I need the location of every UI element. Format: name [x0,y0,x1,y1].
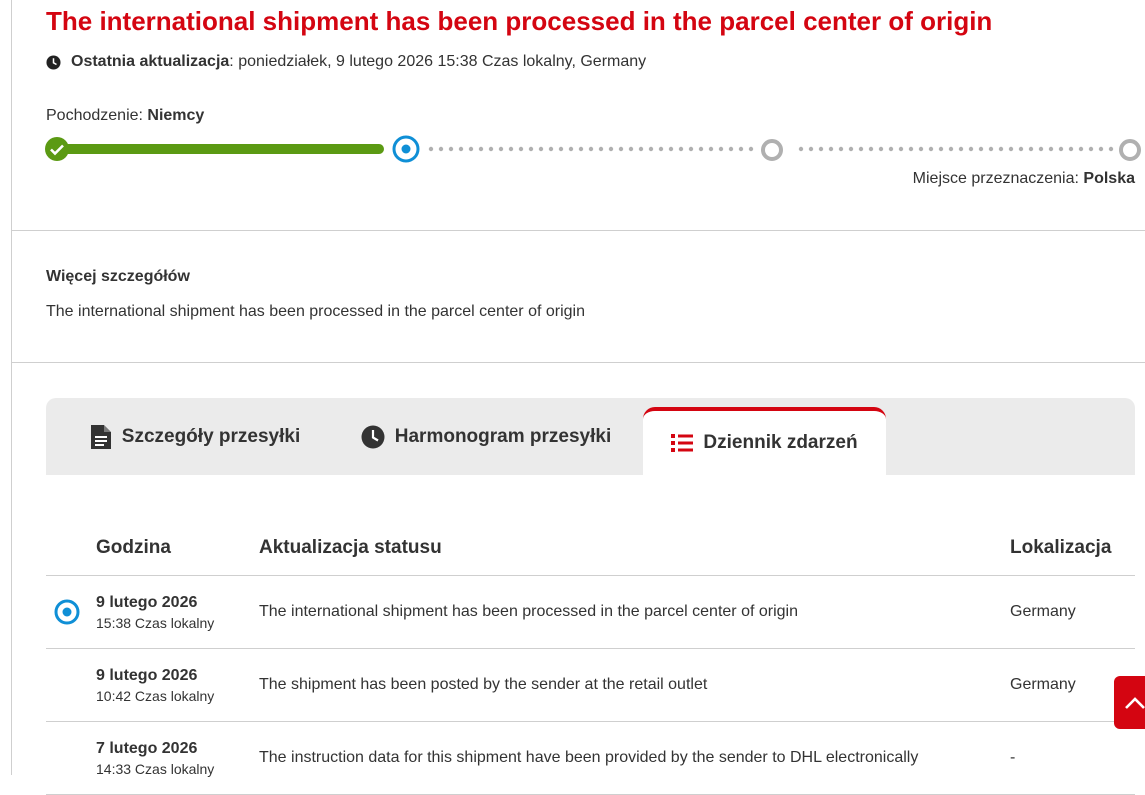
tab-label: Harmonogram przesyłki [394,425,612,447]
event-date: 9 lutego 2026 [96,593,198,611]
chevron-up-icon [1125,696,1145,709]
current-event-icon [54,599,80,625]
origin-label: Pochodzenie: [46,107,148,124]
event-icon-cell [46,721,96,795]
event-log-table: Godzina Aktualizacja statusu Lokalizacja… [46,520,1135,795]
event-location: Germany [1010,575,1135,649]
progress-fill [56,144,384,154]
origin-check-icon [45,137,69,161]
table-row: 9 lutego 2026 10:42 Czas lokalny The shi… [46,648,1135,722]
event-status: The international shipment has been proc… [259,575,1010,649]
page-title: The international shipment has been proc… [46,6,993,36]
event-status: The instruction data for this shipment h… [259,721,1010,795]
event-icon-cell [46,648,96,722]
column-header-status: Aktualizacja statusu [259,520,1010,576]
column-header-location: Lokalizacja [1010,520,1135,576]
last-update: Ostatnia aktualizacja : poniedziałek, 9 … [46,53,646,71]
shipment-progress [45,135,1141,163]
event-time-cell: 9 lutego 2026 15:38 Czas lokalny [96,575,259,649]
event-time: 15:38 Czas lokalny [96,614,215,631]
tab-bar: Szczegóły przesyłki Harmonogram przesyłk… [46,398,1135,475]
tab-shipment-schedule[interactable]: Harmonogram przesyłki [351,398,621,475]
details-text: The international shipment has been proc… [46,303,585,320]
origin-value: Niemcy [147,107,205,124]
transit-step-icon [761,139,783,161]
divider [12,362,1145,363]
destination-label: Miejsce przeznaczenia: [912,170,1084,187]
clock-icon [361,425,385,448]
tab-shipment-details[interactable]: Szczegóły przesyłki [80,398,310,475]
event-status: The shipment has been posted by the send… [259,648,1010,722]
left-border [11,0,12,775]
event-time: 14:33 Czas lokalny [96,760,215,777]
header-icon-cell [46,520,96,576]
table-row: 9 lutego 2026 15:38 Czas lokalny The int… [46,575,1135,649]
event-date: 9 lutego 2026 [96,666,198,684]
current-step-icon [392,135,420,163]
document-icon [90,424,111,449]
details-heading: Więcej szczegółów [46,268,190,285]
event-icon-cell [46,575,96,649]
list-icon [671,434,694,452]
tab-label: Dziennik zdarzeń [703,432,858,453]
event-date: 7 lutego 2026 [96,739,198,757]
table-header-row: Godzina Aktualizacja statusu Lokalizacja [46,520,1135,576]
destination-step-icon [1119,139,1141,161]
last-update-value: : poniedziałek, 9 lutego 2026 15:38 Czas… [229,53,647,70]
tab-event-log[interactable]: Dziennik zdarzeń [643,407,886,475]
origin: Pochodzenie: Niemcy [46,107,204,125]
last-update-label: Ostatnia aktualizacja [71,53,230,70]
event-time-cell: 7 lutego 2026 14:33 Czas lokalny [96,721,259,795]
clock-icon [46,54,61,70]
table-row: 7 lutego 2026 14:33 Czas lokalny The ins… [46,721,1135,795]
event-location: - [1010,721,1135,795]
column-header-time: Godzina [96,520,259,576]
divider [12,230,1145,231]
event-time-cell: 9 lutego 2026 10:42 Czas lokalny [96,648,259,722]
back-to-top-button[interactable] [1114,676,1145,729]
destination-value: Polska [1083,170,1135,187]
destination: Miejsce przeznaczenia: Polska [913,170,1135,188]
tab-label: Szczegóły przesyłki [121,425,301,447]
event-time: 10:42 Czas lokalny [96,687,215,704]
